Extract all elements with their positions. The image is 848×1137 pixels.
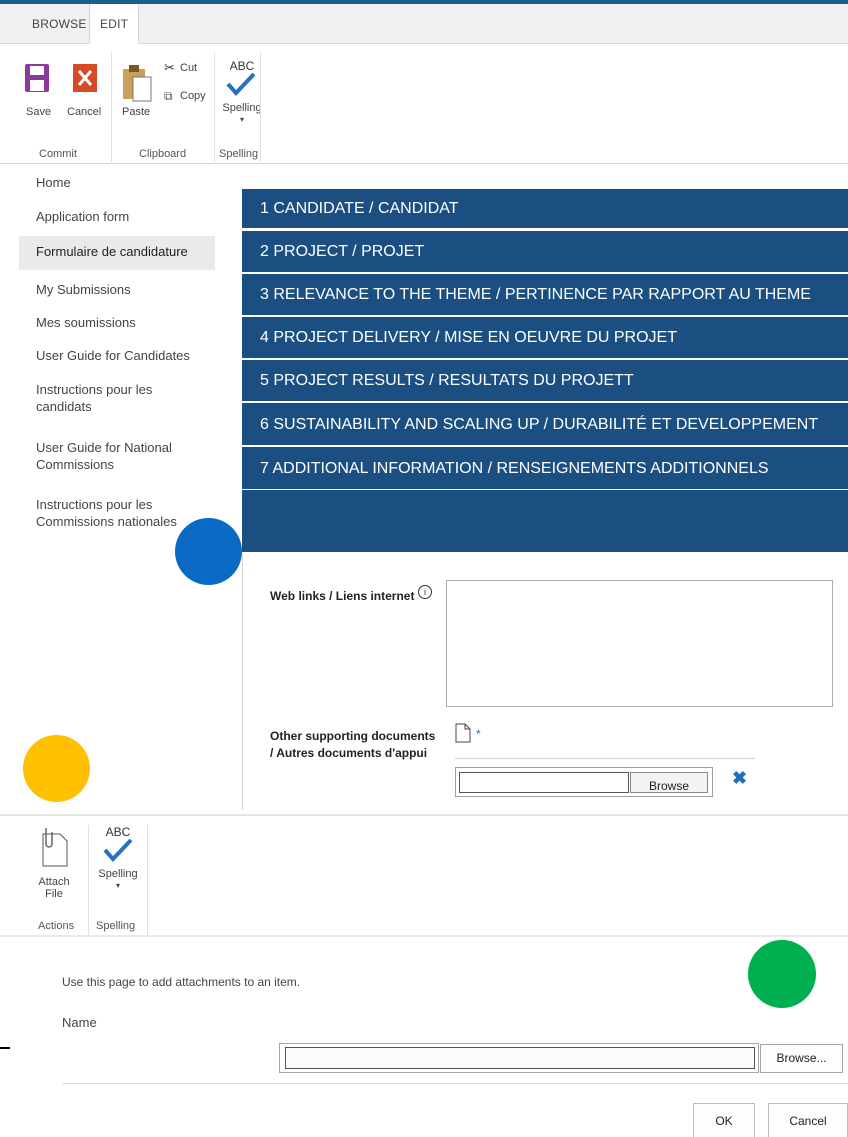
ribbon-tab-strip: BROWSE EDIT [0,4,848,45]
nav-item-home[interactable]: Home [36,174,216,191]
browse-button-dialog[interactable]: Browse... [760,1044,843,1073]
browse-button[interactable]: Browse [630,772,708,793]
ribbon-border [0,163,848,164]
paste-icon [123,65,152,102]
section-1-candidate[interactable]: 1 CANDIDATE / CANDIDAT [242,189,848,229]
group-label-spelling: Spelling [96,920,136,932]
docs-divider [455,758,755,759]
paste-button[interactable] [121,63,153,106]
blue-marker-dot [175,518,242,585]
attachment-path-input[interactable] [285,1047,755,1069]
form-left-border [242,553,243,810]
ribbon-divider [147,825,148,935]
panel-separator [0,814,848,816]
ribbon-divider [260,52,261,162]
cut-button[interactable]: ✂ Cut [164,60,204,76]
ok-button[interactable]: OK [693,1103,755,1137]
section-4-delivery[interactable]: 4 PROJECT DELIVERY / MISE EN OEUVRE DU P… [242,317,848,359]
nav-item-instructions-candidats[interactable]: Instructions pour les candidats [36,381,186,415]
cancel-ribbon-button[interactable] [72,63,98,96]
yellow-marker-dot [23,735,90,802]
name-label: Name [62,1015,97,1030]
docs-label-line2: / Autres documents d'appui [270,746,428,760]
nav-item-user-guide-commissions[interactable]: User Guide for National Commissions [36,439,186,473]
abc-icon: ABC [105,825,131,839]
edge-marker [0,1047,10,1049]
checkmark-icon [103,838,133,862]
cancel-icon [73,64,97,92]
cancel-label: Cancel [67,106,102,118]
save-label: Save [26,106,52,118]
group-label-spelling: Spelling [219,148,259,160]
dialog-instruction: Use this page to add attachments to an i… [62,975,301,989]
dropdown-arrow-icon: ▾ [115,881,120,890]
section-7-additional[interactable]: 7 ADDITIONAL INFORMATION / RENSEIGNEMENT… [242,447,848,490]
spelling-button-attach[interactable]: ABC Spelling ▾ [95,826,141,918]
abc-icon: ABC [229,59,255,73]
ribbon-divider [111,52,112,162]
copy-button[interactable]: ⧉ Copy [164,88,208,104]
ribbon-divider [214,52,215,162]
cut-label: Cut [180,62,198,74]
nav-item-mes-soumissions[interactable]: Mes soumissions [36,314,216,331]
spelling-button[interactable]: ABC Spelling ▾ [222,60,262,142]
ribbon-divider [88,825,89,935]
info-icon[interactable]: i [418,585,432,599]
tab-edit[interactable]: EDIT [89,4,140,45]
paperclip-document-icon [42,828,68,867]
delete-attachment-icon[interactable]: ✖ [732,768,747,789]
save-button[interactable] [24,63,54,96]
file-path-input[interactable] [459,772,629,793]
section-2-project[interactable]: 2 PROJECT / PROJET [242,231,848,273]
weblinks-textarea[interactable] [446,580,833,707]
checkmark-icon [226,72,256,96]
weblinks-label: Web links / Liens internet [270,589,415,603]
ribbon-border [0,935,848,937]
section-7-header [242,490,848,553]
nav-item-instructions-commissions[interactable]: Instructions pour les Commissions nation… [36,496,186,530]
document-icon [455,723,471,746]
green-marker-dot [748,940,816,1008]
cancel-button[interactable]: Cancel [768,1103,848,1137]
group-label-actions: Actions [38,920,75,932]
group-label-commit: Commit [39,148,77,160]
paste-label: Paste [122,106,151,118]
required-mark: * [476,727,481,741]
tab-browse[interactable]: BROWSE [22,4,97,44]
nav-item-application-form[interactable]: Application form [36,208,216,225]
attach-label: Attach [38,876,70,888]
nav-item-formulaire[interactable]: Formulaire de candidature [36,243,216,260]
file-label: File [45,888,63,900]
dialog-divider [62,1083,848,1084]
attach-file-button[interactable] [40,826,70,871]
group-label-clipboard: Clipboard [139,148,187,160]
copy-icon: ⧉ [164,89,173,103]
docs-label-line1: Other supporting documents [270,729,436,743]
spelling-label: Spelling [98,868,138,880]
copy-label: Copy [180,90,206,102]
section-6-sustainability[interactable]: 6 SUSTAINABILITY AND SCALING UP / DURABI… [242,403,848,446]
scissors-icon: ✂ [164,60,175,75]
section-5-results[interactable]: 5 PROJECT RESULTS / RESULTATS DU PROJETT [242,360,848,402]
spelling-label: Spelling [222,102,262,114]
section-3-relevance[interactable]: 3 RELEVANCE TO THE THEME / PERTINENCE PA… [242,274,848,316]
nav-item-my-submissions[interactable]: My Submissions [36,281,216,298]
save-icon [25,64,49,92]
nav-item-user-guide-candidates[interactable]: User Guide for Candidates [36,347,216,364]
dropdown-arrow-icon: ▾ [239,115,244,124]
